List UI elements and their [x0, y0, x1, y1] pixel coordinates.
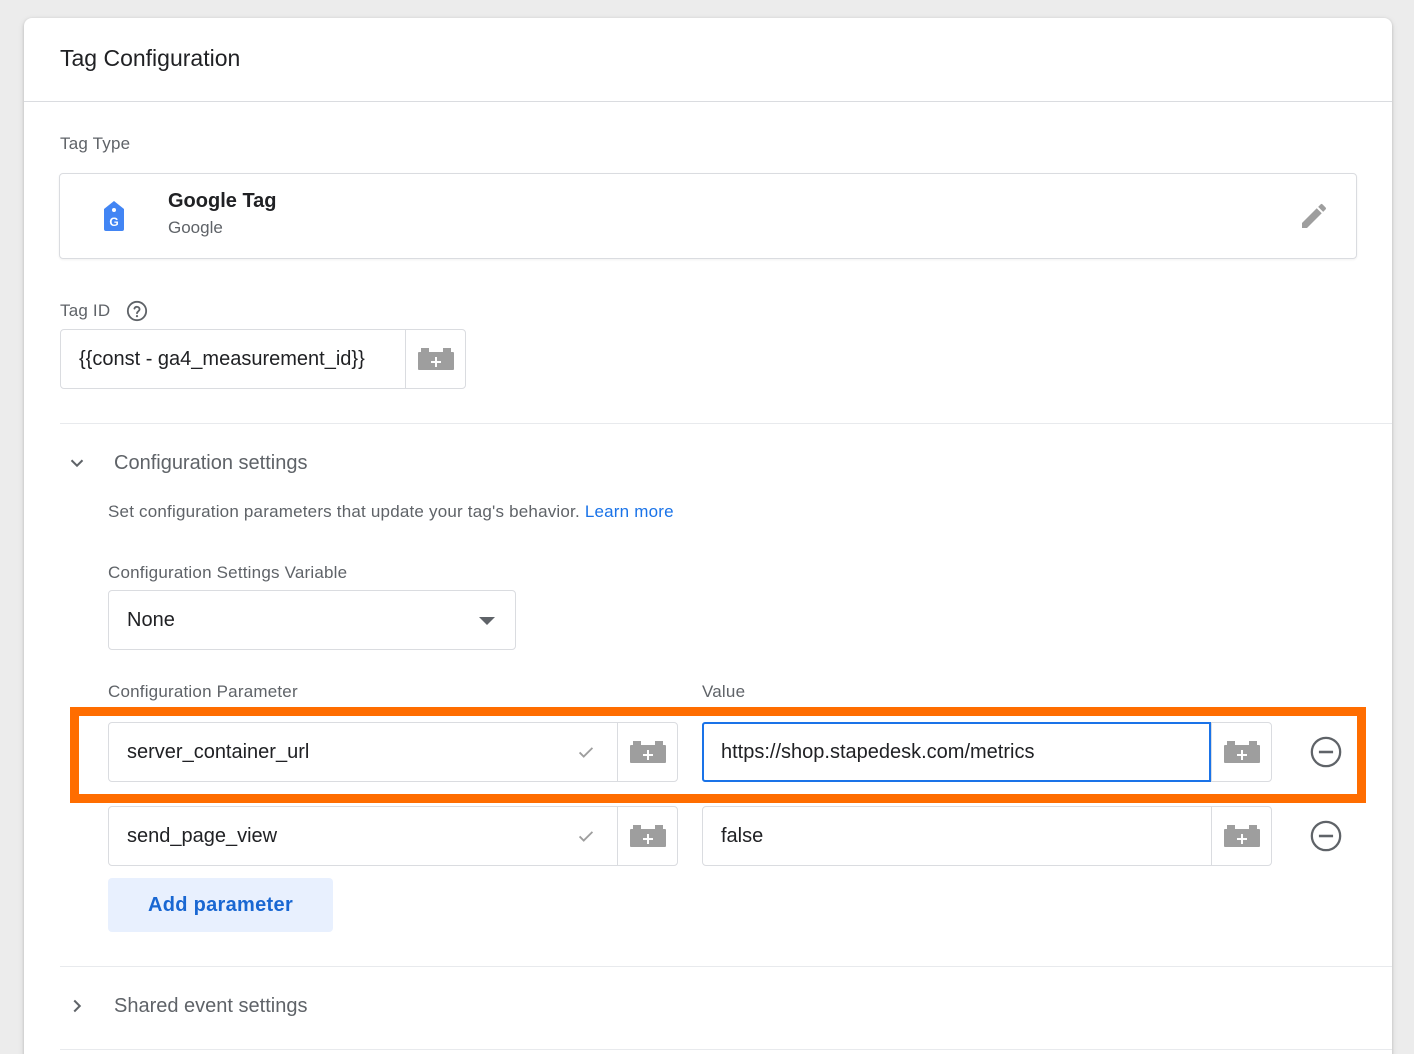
tag-configuration-card: Tag Configuration Tag Type G Google Tag … — [24, 18, 1392, 1054]
pencil-icon[interactable] — [1298, 200, 1330, 232]
param-row-2-name-field: send_page_view — [108, 806, 678, 866]
google-tag-icon: G — [104, 201, 124, 231]
variable-brick-icon — [417, 348, 454, 370]
tag-type-label: Tag Type — [60, 134, 131, 153]
shared-event-settings-title[interactable]: Shared event settings — [114, 995, 307, 1018]
description-text: Set configuration parameters that update… — [108, 502, 580, 521]
variable-brick-icon — [629, 825, 666, 847]
check-icon — [578, 831, 594, 842]
chevron-down-icon[interactable] — [66, 452, 88, 474]
param-row-2-name-variable-button[interactable] — [617, 807, 677, 865]
param-row-2-value-variable-button[interactable] — [1211, 807, 1271, 865]
param-row-2-name: send_page_view — [127, 824, 278, 847]
dropdown-caret-icon — [479, 617, 495, 625]
section-divider — [60, 966, 1392, 967]
section-divider — [60, 1049, 1392, 1050]
tag-id-field: {{const - ga4_measurement_id}} — [60, 329, 466, 389]
help-icon[interactable] — [126, 300, 148, 322]
highlight-annotation — [70, 707, 1366, 803]
tag-type-selector[interactable]: G Google Tag Google — [59, 173, 1357, 259]
param-row-2-name-input[interactable]: send_page_view — [109, 807, 617, 865]
configuration-settings-title[interactable]: Configuration settings — [114, 452, 307, 475]
svg-text:G: G — [109, 215, 118, 229]
tag-type-name: Google Tag — [168, 190, 277, 212]
chevron-right-icon[interactable] — [66, 995, 88, 1017]
tag-id-label: Tag ID — [60, 301, 111, 320]
config-variable-value: None — [127, 609, 175, 631]
param-column-header: Configuration Parameter — [108, 682, 298, 701]
add-parameter-button[interactable]: Add parameter — [108, 878, 333, 932]
config-variable-select[interactable]: None — [108, 590, 516, 650]
configuration-settings-description: Set configuration parameters that update… — [108, 502, 674, 522]
remove-row-2-icon[interactable] — [1309, 819, 1343, 853]
param-row-2-value-field: false — [702, 806, 1272, 866]
section-divider — [60, 423, 1392, 424]
config-variable-label: Configuration Settings Variable — [108, 563, 348, 582]
param-row-2-value-input[interactable]: false — [703, 807, 1211, 865]
value-column-header: Value — [702, 682, 746, 701]
variable-brick-icon — [1223, 825, 1260, 847]
tag-id-variable-button[interactable] — [405, 330, 465, 388]
card-title: Tag Configuration — [24, 18, 1392, 102]
tag-type-vendor: Google — [168, 218, 223, 237]
tag-id-input[interactable]: {{const - ga4_measurement_id}} — [61, 330, 405, 388]
learn-more-link[interactable]: Learn more — [585, 502, 674, 521]
